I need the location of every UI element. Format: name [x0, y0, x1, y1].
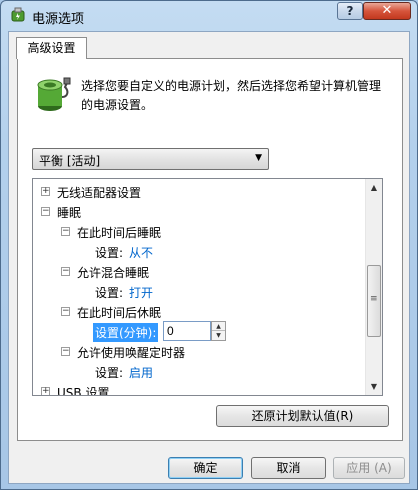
- collapse-minus-icon[interactable]: −: [61, 267, 70, 276]
- restore-defaults-button[interactable]: 还原计划默认值(R): [216, 405, 389, 427]
- dialog-client-area: 高级设置 选择您要自定义的电源计划，然后选择您希望计算机管理的电源设置。 平衡 …: [8, 31, 410, 484]
- advanced-settings-panel: 选择您要自定义的电源计划，然后选择您希望计算机管理的电源设置。 平衡 [活动] …: [17, 58, 403, 441]
- expand-plus-icon[interactable]: +: [41, 387, 50, 395]
- tree-item-wake-timers[interactable]: 允许使用唤醒定时器: [77, 344, 185, 361]
- hybrid-sleep-setting-value[interactable]: 打开: [129, 284, 153, 301]
- spin-down-icon[interactable]: ▼: [212, 331, 225, 340]
- tab-advanced-settings[interactable]: 高级设置: [16, 37, 87, 59]
- collapse-minus-icon[interactable]: −: [61, 227, 70, 236]
- description-text: 选择您要自定义的电源计划，然后选择您希望计算机管理的电源设置。: [81, 79, 382, 112]
- help-button[interactable]: ?: [337, 2, 363, 20]
- tree-item-sleep-after[interactable]: 在此时间后睡眠: [77, 224, 161, 241]
- window-title: 电源选项: [32, 12, 85, 27]
- collapse-minus-icon[interactable]: −: [61, 307, 70, 316]
- tree-item-sleep[interactable]: 睡眠: [57, 204, 81, 221]
- tree-scrollbar[interactable]: ▲ ≡ ▼: [365, 179, 382, 395]
- collapse-minus-icon[interactable]: −: [41, 207, 50, 216]
- cancel-button[interactable]: 取消: [251, 457, 326, 479]
- tree-item-hybrid-sleep[interactable]: 允许混合睡眠: [77, 264, 149, 281]
- tree-item-hibernate-after[interactable]: 在此时间后休眠: [77, 304, 161, 321]
- power-options-icon: [11, 7, 25, 22]
- sleep-after-setting-value[interactable]: 从不: [129, 244, 153, 261]
- wake-timers-setting-label: 设置:: [95, 366, 124, 380]
- power-plan-dropdown[interactable]: 平衡 [活动] ▼: [32, 148, 269, 170]
- spin-up-icon[interactable]: ▲: [212, 322, 225, 331]
- apply-button[interactable]: 应用 (A): [333, 457, 405, 479]
- collapse-minus-icon[interactable]: −: [61, 347, 70, 356]
- hibernate-after-setting-label: 设置(分钟):: [93, 323, 159, 342]
- scroll-thumb[interactable]: ≡: [367, 265, 381, 337]
- close-button[interactable]: ✕: [363, 2, 411, 20]
- power-options-window: 电源选项 ? ✕ 高级设置 选择您要自定义的电源计划，然后选择您希望计算机管理的…: [0, 0, 418, 490]
- tree-item-wireless-adapter[interactable]: 无线适配器设置: [57, 184, 141, 201]
- power-plan-selected: 平衡 [活动]: [39, 154, 101, 168]
- hibernate-minutes-spinner[interactable]: ▲ ▼: [211, 321, 226, 341]
- hibernate-minutes-input[interactable]: [163, 321, 211, 341]
- settings-tree[interactable]: + 无线适配器设置 − 睡眠 − 在此时间后睡眠 设置: 从不 − 允许混合睡眠…: [32, 178, 383, 396]
- ok-button[interactable]: 确定: [168, 457, 243, 479]
- scroll-up-icon[interactable]: ▲: [366, 179, 382, 196]
- tree-item-usb-settings[interactable]: USB 设置: [57, 384, 109, 395]
- chevron-down-icon: ▼: [255, 153, 262, 163]
- battery-plug-icon: [37, 77, 71, 111]
- expand-plus-icon[interactable]: +: [41, 187, 50, 196]
- sleep-after-setting-label: 设置:: [95, 246, 124, 260]
- scroll-down-icon[interactable]: ▼: [366, 378, 382, 395]
- hybrid-sleep-setting-label: 设置:: [95, 286, 124, 300]
- grip-icon: ≡: [370, 294, 378, 304]
- wake-timers-setting-value[interactable]: 启用: [129, 364, 153, 381]
- title-bar[interactable]: 电源选项 ? ✕: [1, 1, 417, 31]
